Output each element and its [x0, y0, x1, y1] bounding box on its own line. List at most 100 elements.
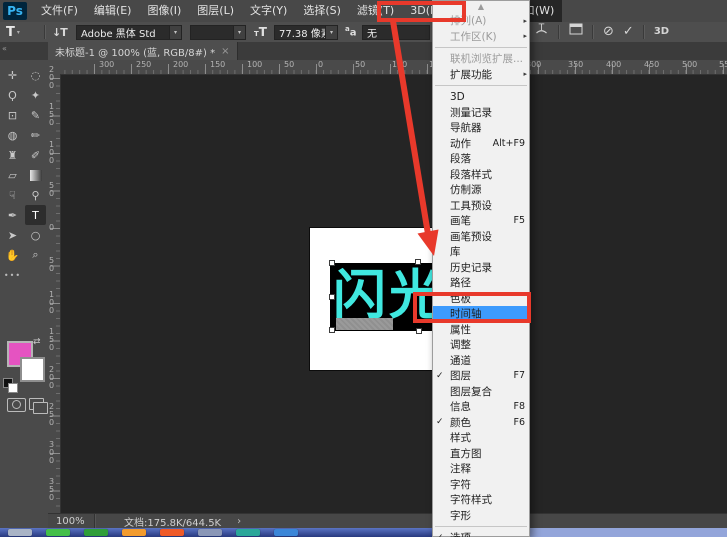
- menu-item-brush[interactable]: 画笔 F5: [433, 213, 529, 229]
- vertical-ruler[interactable]: 2 0 0 1 5 0 1 0 0 5 0 0 5 0 1 0 0 1 5 0 2 0 0 2 5…: [48, 66, 61, 513]
- eyedropper-tool[interactable]: ✎: [25, 105, 46, 125]
- taskbar-app-8[interactable]: [274, 529, 298, 536]
- menu-item-timeline[interactable]: 时间轴: [433, 306, 529, 322]
- selection-handle[interactable]: [329, 294, 335, 300]
- healing-brush-tool[interactable]: ◍: [2, 125, 23, 145]
- gradient-tool[interactable]: [25, 165, 46, 185]
- menu-item-arrange[interactable]: 排列(A) ▸: [433, 13, 529, 29]
- menu-item-histogram[interactable]: 直方图: [433, 446, 529, 462]
- shape-tool[interactable]: ○: [25, 225, 46, 245]
- smudge-tool[interactable]: ☟: [2, 185, 23, 205]
- lasso-tool[interactable]: Ϙ: [2, 85, 23, 105]
- taskbar-app-6[interactable]: [198, 529, 222, 536]
- menu-item-swatches[interactable]: 色板: [433, 291, 529, 307]
- menu-item-navigator[interactable]: 导航器: [433, 120, 529, 136]
- menu-scroll-up-icon[interactable]: ▲: [433, 1, 529, 13]
- background-color-swatch[interactable]: [20, 357, 45, 382]
- menu-item-layer-comps[interactable]: 图层复合: [433, 384, 529, 400]
- menu-item-channels[interactable]: 通道: [433, 353, 529, 369]
- menu-item-paragraph[interactable]: 段落: [433, 151, 529, 167]
- menu-item-measurement-log[interactable]: 测量记录: [433, 105, 529, 121]
- swap-colors-icon[interactable]: ⇄: [33, 337, 41, 347]
- taskbar-app-2[interactable]: [46, 529, 70, 536]
- 3d-mode-icon[interactable]: 3D: [654, 22, 669, 42]
- path-selection-tool[interactable]: ➤: [2, 225, 23, 245]
- taskbar-app-3[interactable]: [84, 529, 108, 536]
- taskbar-app-5[interactable]: [160, 529, 184, 536]
- menu-item-glyphs[interactable]: 字形: [433, 508, 529, 524]
- eraser-tool[interactable]: ▱: [2, 165, 23, 185]
- more-tools[interactable]: •••: [2, 265, 23, 285]
- menubar-item-image[interactable]: 图像(I): [139, 0, 189, 22]
- clone-stamp-tool[interactable]: ♜: [2, 145, 23, 165]
- menu-item-info[interactable]: 信息 F8: [433, 399, 529, 415]
- chevron-down-icon[interactable]: ▾: [325, 25, 337, 39]
- anti-alias-select[interactable]: 无: [362, 22, 430, 42]
- menubar-item-type[interactable]: 文字(Y): [242, 0, 295, 22]
- menu-item-extensions[interactable]: 扩展功能 ▸: [433, 67, 529, 83]
- commit-edits-icon[interactable]: ✓: [623, 22, 634, 42]
- status-options-chevron[interactable]: ›: [237, 516, 241, 527]
- menu-item-paragraph-styles[interactable]: 段落样式: [433, 167, 529, 183]
- menu-item-styles[interactable]: 样式: [433, 430, 529, 446]
- screen-mode-button[interactable]: [29, 398, 48, 414]
- font-size-select[interactable]: 77.38 像素 ▾: [274, 22, 338, 42]
- collapse-panels-icon[interactable]: «: [2, 44, 7, 53]
- selection-handle[interactable]: [329, 327, 335, 333]
- menu-item-history[interactable]: 历史记录: [433, 260, 529, 276]
- menubar-item-edit[interactable]: 编辑(E): [86, 0, 140, 22]
- menubar-item-file[interactable]: 文件(F): [33, 0, 86, 22]
- menu-item-color[interactable]: ✓ 颜色 F6: [433, 415, 529, 431]
- menubar-item-select[interactable]: 选择(S): [295, 0, 349, 22]
- menu-item-clone-source[interactable]: 仿制源: [433, 182, 529, 198]
- close-tab-icon[interactable]: ×: [221, 46, 229, 57]
- menubar-item-layer[interactable]: 图层(L): [189, 0, 242, 22]
- menu-item-properties[interactable]: 属性: [433, 322, 529, 338]
- menu-item-libraries[interactable]: 库: [433, 244, 529, 260]
- menu-item-workspace[interactable]: 工作区(K) ▸: [433, 29, 529, 45]
- menu-item-browse-extensions-online[interactable]: 联机浏览扩展...: [433, 51, 529, 67]
- zoom-level-field[interactable]: 100%: [56, 516, 94, 527]
- default-colors-icon[interactable]: [3, 378, 18, 393]
- type-tool[interactable]: T: [25, 205, 46, 225]
- selection-handle[interactable]: [416, 328, 422, 334]
- quick-mask-button[interactable]: [7, 398, 26, 412]
- menubar-item-filter[interactable]: 滤镜(T): [349, 0, 402, 22]
- menu-item-notes[interactable]: 注释: [433, 461, 529, 477]
- font-family-select[interactable]: Adobe 黑体 Std ▾: [76, 22, 182, 42]
- tool-preset-picker[interactable]: T ▾: [6, 22, 20, 42]
- crop-tool[interactable]: ⊡: [2, 105, 23, 125]
- menu-item-paths[interactable]: 路径: [433, 275, 529, 291]
- menu-item-tool-presets[interactable]: 工具预设: [433, 198, 529, 214]
- hand-tool[interactable]: ✋: [2, 245, 23, 265]
- menu-item-actions[interactable]: 动作 Alt+F9: [433, 136, 529, 152]
- text-orientation-button[interactable]: ↓T: [52, 22, 68, 42]
- dodge-tool[interactable]: ⚲: [25, 185, 46, 205]
- menu-item-3d[interactable]: 3D: [433, 89, 529, 105]
- selection-handle[interactable]: [415, 259, 421, 265]
- pencil-tool[interactable]: ✏: [25, 125, 46, 145]
- menu-item-adjustments[interactable]: 调整: [433, 337, 529, 353]
- document-tab[interactable]: 未标题-1 @ 100% (蓝, RGB/8#) * ×: [48, 42, 238, 60]
- move-tool[interactable]: ✛: [2, 65, 23, 85]
- cancel-edits-icon[interactable]: ⊘: [603, 22, 614, 42]
- menu-item-options[interactable]: ✓ 选项: [433, 530, 529, 537]
- taskbar-app-7[interactable]: [236, 529, 260, 536]
- menu-item-character-styles[interactable]: 字符样式: [433, 492, 529, 508]
- taskbar-app-4[interactable]: [122, 529, 146, 536]
- taskbar-app-1[interactable]: [8, 529, 32, 536]
- canvas-area[interactable]: 闪光: [60, 74, 727, 513]
- history-brush-tool[interactable]: ✐: [25, 145, 46, 165]
- pen-tool[interactable]: ✒: [2, 205, 23, 225]
- marquee-tool[interactable]: ◌: [25, 65, 46, 85]
- chevron-down-icon[interactable]: ▾: [169, 25, 181, 39]
- menu-item-brush-presets[interactable]: 画笔预设: [433, 229, 529, 245]
- zoom-tool[interactable]: ⌕: [25, 245, 46, 265]
- menu-item-layers[interactable]: ✓ 图层 F7: [433, 368, 529, 384]
- horizontal-ruler[interactable]: 3002502001501005005010015030035040045050…: [60, 60, 727, 75]
- selection-handle[interactable]: [329, 260, 335, 266]
- chevron-down-icon[interactable]: ▾: [233, 25, 245, 39]
- toggle-panels-icon[interactable]: [569, 22, 583, 42]
- menu-item-character[interactable]: 字符: [433, 477, 529, 493]
- magic-wand-tool[interactable]: ✦: [25, 85, 46, 105]
